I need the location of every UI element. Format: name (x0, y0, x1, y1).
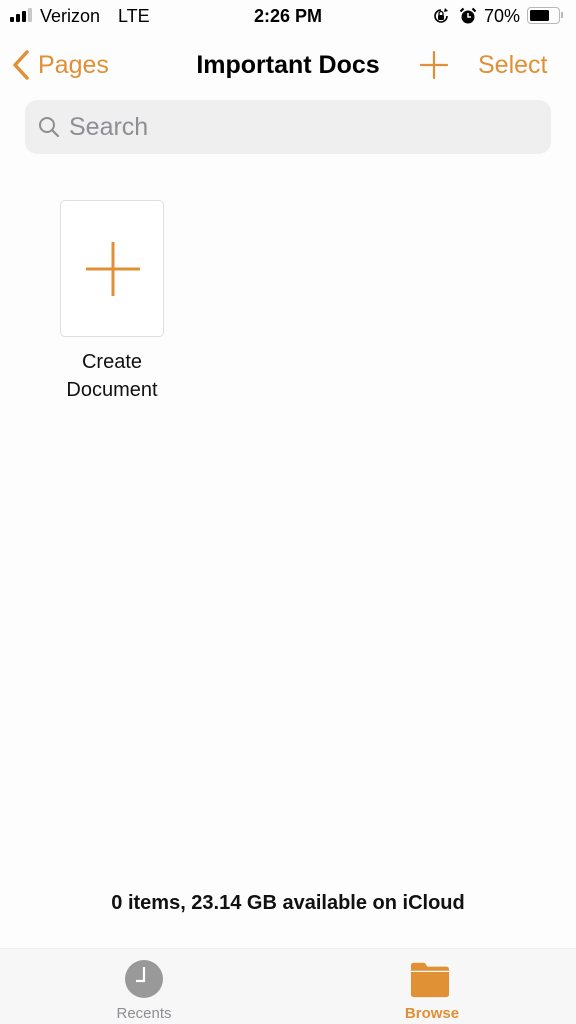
tab-label: Browse (404, 1005, 460, 1022)
back-label: Pages (38, 50, 109, 79)
status-bar: Verizon LTE 2:26 PM 70% (0, 0, 576, 34)
tab-bar: Recents Browse (0, 948, 576, 1024)
rotation-lock-icon (434, 8, 448, 23)
search-icon (39, 117, 60, 138)
plus-icon (86, 242, 140, 296)
search-field[interactable] (25, 100, 551, 154)
battery-fill (530, 10, 549, 21)
battery-percent: 70% (484, 6, 521, 26)
tab-label: Recents (116, 1005, 172, 1022)
back-button[interactable]: Pages (10, 48, 109, 82)
chevron-left-icon (13, 50, 29, 80)
battery-icon (527, 7, 560, 24)
create-document-thumbnail[interactable] (60, 200, 164, 337)
clock-icon (125, 960, 163, 998)
tab-recents[interactable]: Recents (0, 949, 288, 1024)
create-document-label: Create Document (66, 351, 158, 401)
search-input[interactable] (69, 112, 529, 142)
navigation-bar: Pages Important Docs Select (0, 40, 576, 90)
folder-icon (410, 962, 450, 998)
plus-icon[interactable] (418, 49, 450, 81)
tab-browse[interactable]: Browse (288, 949, 576, 1024)
alarm-icon (459, 7, 477, 24)
battery-tip (561, 12, 563, 18)
select-button[interactable]: Select (478, 51, 547, 80)
storage-info: 0 items, 23.14 GB available on iCloud (111, 892, 465, 914)
